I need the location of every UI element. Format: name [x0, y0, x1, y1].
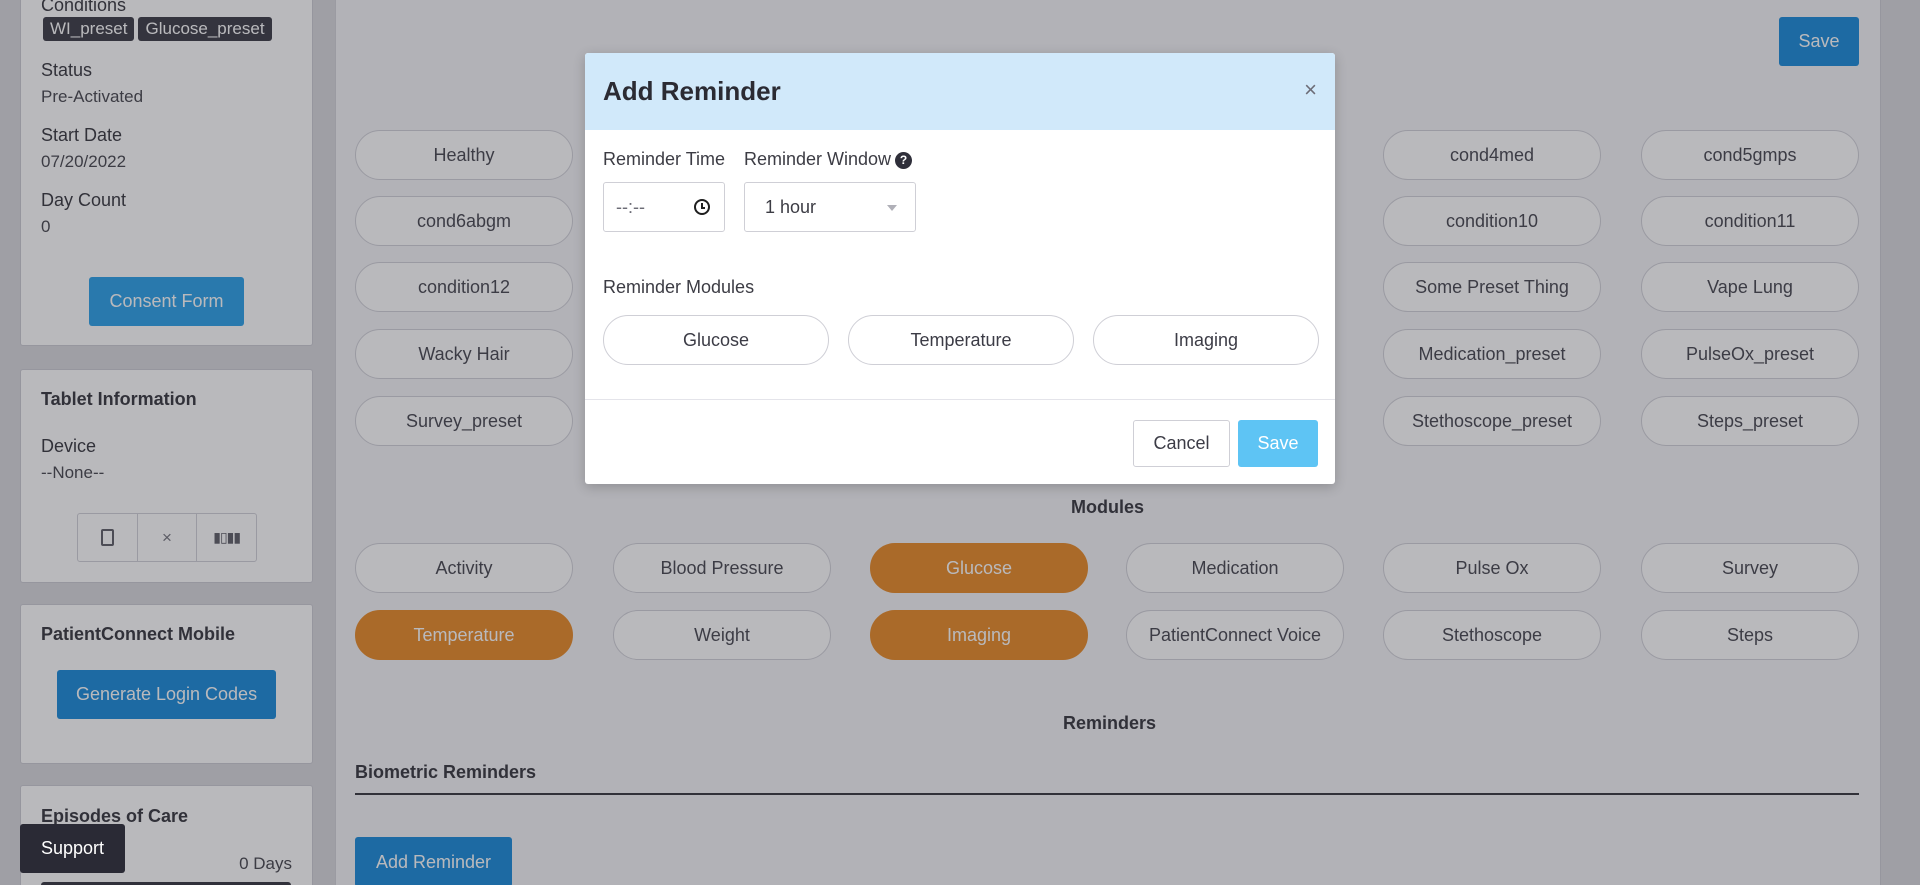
chevron-down-icon [887, 205, 897, 211]
support-button[interactable]: Support [20, 824, 125, 873]
reminder-module-glucose[interactable]: Glucose [603, 315, 829, 365]
modal-save-button[interactable]: Save [1238, 420, 1318, 467]
reminder-time-label: Reminder Time [603, 149, 726, 169]
add-reminder-modal: Add Reminder × Reminder Time Reminder Wi… [585, 53, 1335, 484]
reminder-window-value: 1 hour [765, 196, 817, 217]
reminder-module-imaging[interactable]: Imaging [1093, 315, 1319, 365]
clock-icon[interactable] [694, 199, 710, 215]
reminder-module-temperature[interactable]: Temperature [848, 315, 1074, 365]
reminder-time-input[interactable]: --:-- [603, 182, 725, 232]
reminder-modules-label: Reminder Modules [603, 277, 755, 297]
reminder-window-label: Reminder Window? [744, 149, 913, 170]
reminder-window-select[interactable]: 1 hour [744, 182, 916, 232]
modal-footer-divider [585, 399, 1335, 400]
reminder-window-label-text: Reminder Window [744, 149, 892, 169]
cancel-button[interactable]: Cancel [1133, 420, 1230, 467]
modal-title: Add Reminder [603, 76, 781, 106]
close-icon[interactable]: × [1304, 77, 1317, 103]
help-icon[interactable]: ? [895, 152, 913, 169]
reminder-time-placeholder: --:-- [616, 196, 645, 217]
modal-header: Add Reminder × [585, 53, 1335, 130]
